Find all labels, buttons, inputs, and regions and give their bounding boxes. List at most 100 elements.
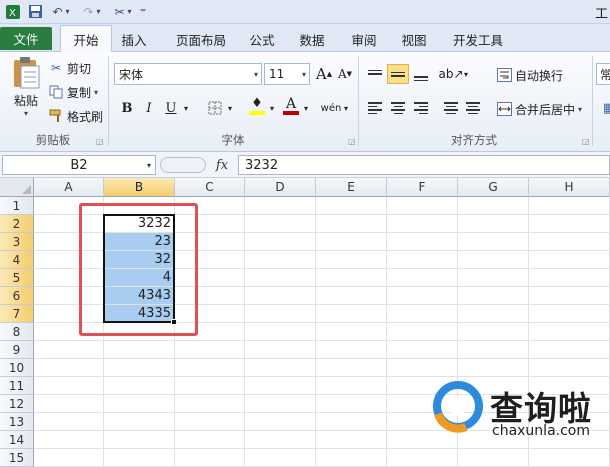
tab-file[interactable]: 文件 <box>0 27 52 50</box>
save-icon[interactable] <box>26 3 44 20</box>
clipboard-launcher-icon[interactable]: ◲ <box>96 138 104 146</box>
cell[interactable] <box>175 359 245 377</box>
underline-button[interactable]: U <box>160 98 182 118</box>
cell[interactable] <box>175 449 245 467</box>
currency-format-icon[interactable]: ▦ <box>598 98 610 118</box>
cell[interactable] <box>316 269 387 287</box>
qat-menu-icon[interactable]: ⁼ <box>138 3 148 20</box>
cell[interactable] <box>175 395 245 413</box>
cell[interactable] <box>387 233 458 251</box>
cell[interactable] <box>34 215 104 233</box>
cell[interactable] <box>175 341 245 359</box>
cell[interactable] <box>529 305 610 323</box>
copy-dropdown-icon[interactable]: ▾ <box>94 88 98 97</box>
underline-dropdown-icon[interactable]: ▾ <box>180 98 192 118</box>
cell[interactable] <box>316 395 387 413</box>
cell[interactable] <box>175 197 245 215</box>
cell[interactable] <box>245 431 316 449</box>
cell[interactable] <box>104 341 175 359</box>
cell[interactable] <box>175 413 245 431</box>
cell[interactable] <box>387 323 458 341</box>
row-header-14[interactable]: 14 <box>0 431 34 449</box>
cell[interactable] <box>387 305 458 323</box>
cell[interactable] <box>175 215 245 233</box>
cell[interactable] <box>387 251 458 269</box>
cell[interactable] <box>34 287 104 305</box>
cell[interactable] <box>387 359 458 377</box>
cell[interactable] <box>175 287 245 305</box>
cell[interactable] <box>175 269 245 287</box>
cell[interactable] <box>458 269 529 287</box>
cell-b6[interactable]: 4343 <box>104 287 175 305</box>
cell[interactable] <box>458 341 529 359</box>
cell[interactable] <box>245 395 316 413</box>
cell[interactable] <box>387 341 458 359</box>
tab-view[interactable]: 视图 <box>396 26 432 52</box>
row-header-4[interactable]: 4 <box>0 251 34 269</box>
tab-formulas[interactable]: 公式 <box>244 26 280 52</box>
font-name-select[interactable]: 宋体 ▾ <box>114 63 262 85</box>
cell[interactable] <box>316 413 387 431</box>
cell[interactable] <box>34 323 104 341</box>
select-all-corner[interactable] <box>0 178 34 197</box>
column-header-h[interactable]: H <box>529 178 610 197</box>
italic-button[interactable]: I <box>138 98 160 118</box>
cell[interactable] <box>529 359 610 377</box>
cell[interactable] <box>34 251 104 269</box>
row-header-1[interactable]: 1 <box>0 197 34 215</box>
tab-review[interactable]: 审阅 <box>346 26 382 52</box>
row-header-13[interactable]: 13 <box>0 413 34 431</box>
cell[interactable] <box>316 251 387 269</box>
cell[interactable] <box>245 233 316 251</box>
alignment-launcher-icon[interactable]: ◲ <box>582 138 590 146</box>
cell[interactable] <box>387 287 458 305</box>
tab-developer[interactable]: 开发工具 <box>448 26 508 52</box>
align-top-button[interactable] <box>364 64 386 84</box>
borders-dropdown-icon[interactable]: ▾ <box>224 98 236 118</box>
cell[interactable] <box>458 251 529 269</box>
cell[interactable] <box>387 215 458 233</box>
font-launcher-icon[interactable]: ◲ <box>348 138 356 146</box>
cell[interactable] <box>245 359 316 377</box>
cell[interactable] <box>34 395 104 413</box>
cell[interactable] <box>316 323 387 341</box>
cell[interactable] <box>529 287 610 305</box>
cell[interactable] <box>245 251 316 269</box>
cell[interactable] <box>458 323 529 341</box>
cell[interactable] <box>529 269 610 287</box>
excel-app-icon[interactable]: X <box>4 3 22 20</box>
column-header-e[interactable]: E <box>316 178 387 197</box>
cell[interactable] <box>34 305 104 323</box>
grow-font-button[interactable]: A ▲ <box>313 64 335 84</box>
cell[interactable] <box>104 377 175 395</box>
cell-b3[interactable]: 23 <box>104 233 175 251</box>
shrink-font-button[interactable]: A ▼ <box>334 64 356 84</box>
cell[interactable] <box>245 197 316 215</box>
tab-home[interactable]: 开始 <box>60 25 112 53</box>
insert-function-icon[interactable]: fx <box>212 156 232 174</box>
wrap-text-button[interactable]: 自动换行 <box>496 65 563 85</box>
cell[interactable] <box>175 377 245 395</box>
merge-center-button[interactable]: 合并后居中 ▾ <box>496 99 582 119</box>
cell[interactable] <box>529 215 610 233</box>
tab-page-layout[interactable]: 页面布局 <box>168 26 234 52</box>
cell[interactable] <box>104 323 175 341</box>
row-header-3[interactable]: 3 <box>0 233 34 251</box>
decrease-indent-button[interactable] <box>440 98 462 118</box>
row-header-11[interactable]: 11 <box>0 377 34 395</box>
cell[interactable] <box>34 413 104 431</box>
align-right-button[interactable] <box>410 98 432 118</box>
cell-b2[interactable]: 3232 <box>104 215 175 233</box>
name-box[interactable]: B2 ▾ <box>2 155 156 175</box>
cell[interactable] <box>529 251 610 269</box>
column-header-a[interactable]: A <box>34 178 104 197</box>
cell[interactable] <box>175 431 245 449</box>
row-header-10[interactable]: 10 <box>0 359 34 377</box>
cell[interactable] <box>34 431 104 449</box>
row-header-12[interactable]: 12 <box>0 395 34 413</box>
cell[interactable] <box>104 413 175 431</box>
cell[interactable] <box>175 233 245 251</box>
cell[interactable] <box>245 215 316 233</box>
cell[interactable] <box>245 449 316 467</box>
column-header-d[interactable]: D <box>245 178 316 197</box>
